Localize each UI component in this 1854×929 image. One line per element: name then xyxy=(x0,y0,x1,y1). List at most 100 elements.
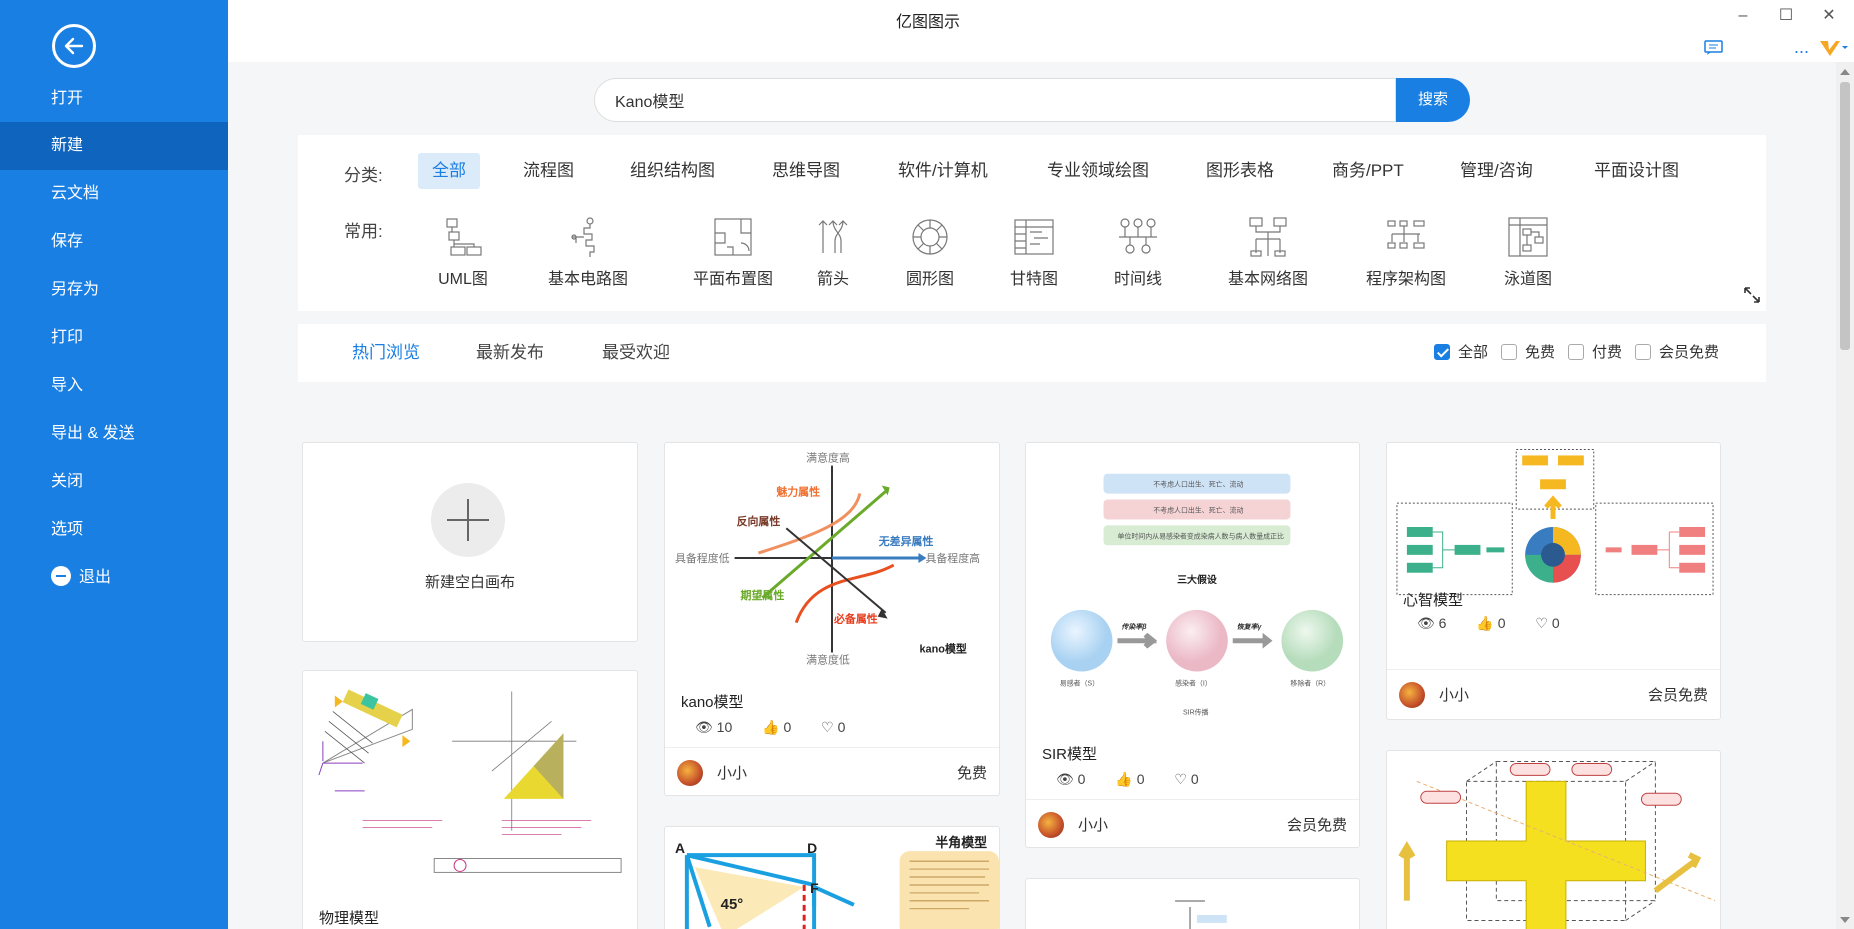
common-uml-label: UML图 xyxy=(438,271,488,288)
template-card-partial[interactable] xyxy=(1025,878,1360,929)
more-icon[interactable]: ... xyxy=(1794,38,1809,56)
author-name[interactable]: 小小 xyxy=(1078,814,1108,835)
expand-icon[interactable] xyxy=(1742,285,1762,311)
scroll-down-icon[interactable] xyxy=(1840,917,1850,923)
arrows-icon xyxy=(818,220,848,253)
sidebar-item-print[interactable]: 打印 xyxy=(0,314,228,362)
common-uml[interactable]: UML图 xyxy=(428,215,498,289)
common-circle[interactable]: 圆形图 xyxy=(898,215,962,289)
common-arrow[interactable]: 箭头 xyxy=(808,215,858,289)
half-angle-thumbnail: A D F 45° 半角模型 xyxy=(675,835,999,929)
author-name[interactable]: 小小 xyxy=(717,762,747,783)
category-management[interactable]: 管理/咨询 xyxy=(1446,153,1547,189)
sidebar-item-new[interactable]: 新建 xyxy=(0,122,228,170)
vip-crown-icon[interactable] xyxy=(1818,38,1848,63)
likes-stat[interactable]: 👍 0 xyxy=(1476,615,1505,631)
kano-bottom-label: 满意度低 xyxy=(806,652,850,666)
half-angle-point-d: D xyxy=(807,840,817,856)
category-graphic-table[interactable]: 图形表格 xyxy=(1192,153,1288,189)
category-all[interactable]: 全部 xyxy=(418,153,480,189)
chat-icon[interactable] xyxy=(1704,40,1724,61)
mental-model-thumbnail xyxy=(1396,448,1714,596)
kano-right-label: 具备程度高 xyxy=(925,551,980,565)
title-bar: 亿图图示 – ☐ ✕ ... xyxy=(228,0,1854,62)
swimlane-icon xyxy=(1508,217,1548,257)
category-label: 分类: xyxy=(344,166,383,185)
close-button[interactable]: ✕ xyxy=(1814,4,1844,28)
kano-top-label: 满意度高 xyxy=(806,451,850,465)
maximize-button[interactable]: ☐ xyxy=(1771,4,1801,28)
template-card-kano[interactable]: 满意度高 满意度低 具备程度低 具备程度高 魅力属性 反向属性 无差异属性 期望… xyxy=(664,442,1000,796)
views-stat: 👁 0 xyxy=(1056,771,1086,787)
common-swimlane[interactable]: 泳道图 xyxy=(1496,215,1560,289)
views-stat: 👁 10 xyxy=(695,719,733,735)
sidebar-item-cloud-docs[interactable]: 云文档 xyxy=(0,170,228,218)
category-software[interactable]: 软件/计算机 xyxy=(884,153,1002,189)
common-program-architecture[interactable]: 程序架构图 xyxy=(1344,215,1468,289)
sidebar-item-import[interactable]: 导入 xyxy=(0,362,228,410)
kano-must-label: 必备属性 xyxy=(833,612,878,626)
minimize-button[interactable]: – xyxy=(1728,4,1758,28)
category-professional[interactable]: 专业领域绘图 xyxy=(1033,153,1163,189)
views-stat: 👁 6 xyxy=(1417,615,1447,631)
common-swimlane-label: 泳道图 xyxy=(1503,271,1552,288)
category-business-ppt[interactable]: 商务/PPT xyxy=(1318,153,1418,189)
sidebar-item-exit[interactable]: 退出 xyxy=(0,554,228,602)
filter-all[interactable]: 全部 xyxy=(1434,344,1488,362)
vertical-scrollbar[interactable] xyxy=(1836,62,1854,929)
search-input[interactable] xyxy=(615,79,1375,121)
checkbox-checked-icon[interactable] xyxy=(1434,344,1450,360)
tab-popular[interactable]: 最受欢迎 xyxy=(602,324,670,382)
card-footer: 小小 会员免费 xyxy=(1026,799,1359,847)
favorites-stat[interactable]: ♡ 0 xyxy=(1174,771,1198,787)
back-arrow-icon[interactable] xyxy=(52,24,96,68)
category-mind-map[interactable]: 思维导图 xyxy=(758,153,854,189)
scroll-thumb[interactable] xyxy=(1840,82,1850,350)
common-circuit[interactable]: 基本电路图 xyxy=(536,215,640,289)
template-card-physics[interactable]: 物理模型 xyxy=(302,670,638,929)
template-card-sir[interactable]: 不考虑人口出生、死亡、流动 不考虑人口出生、死亡、流动 单位时间内从易感染者变成… xyxy=(1025,442,1360,848)
sidebar-item-open[interactable]: 打开 xyxy=(0,75,228,123)
template-card-half-angle[interactable]: A D F 45° 半角模型 xyxy=(664,826,1000,929)
common-floor-plan[interactable]: 平面布置图 xyxy=(671,215,795,289)
common-floor-plan-label: 平面布置图 xyxy=(692,271,773,288)
tab-hot[interactable]: 热门浏览 xyxy=(352,324,420,382)
half-angle-point-a: A xyxy=(675,840,685,856)
filter-paid-label: 付费 xyxy=(1592,344,1623,361)
card-stats: 👁 6 👍 0 ♡ 0 xyxy=(1417,615,1586,632)
card-footer: 小小 会员免费 xyxy=(1387,669,1720,717)
filter-paid[interactable]: 付费 xyxy=(1568,344,1622,362)
sidebar-item-export-send[interactable]: 导出 & 发送 xyxy=(0,410,228,458)
plus-icon[interactable] xyxy=(431,483,505,557)
category-graphic-design[interactable]: 平面设计图 xyxy=(1580,153,1693,189)
likes-stat[interactable]: 👍 0 xyxy=(762,719,791,735)
kano-expected-label: 期望属性 xyxy=(741,588,785,602)
author-name[interactable]: 小小 xyxy=(1439,684,1469,705)
scroll-up-icon[interactable] xyxy=(1840,69,1850,75)
avatar xyxy=(1038,812,1064,838)
common-timeline[interactable]: 时间线 xyxy=(1106,215,1170,289)
minus-circle-icon xyxy=(51,566,71,586)
favorites-stat[interactable]: ♡ 0 xyxy=(821,719,845,735)
template-card-mental-model[interactable]: 心智模型 👁 6 👍 0 ♡ 0 小小 会员免费 xyxy=(1386,442,1721,720)
checkbox-icon[interactable] xyxy=(1568,344,1584,360)
search-button[interactable]: 搜索 xyxy=(1396,78,1470,122)
likes-stat[interactable]: 👍 0 xyxy=(1115,771,1144,787)
common-network[interactable]: 基本网络图 xyxy=(1216,215,1320,289)
sidebar-item-save[interactable]: 保存 xyxy=(0,218,228,266)
sidebar-item-options[interactable]: 选项 xyxy=(0,506,228,554)
sidebar-item-close[interactable]: 关闭 xyxy=(0,458,228,506)
new-blank-canvas-card[interactable]: 新建空白画布 xyxy=(302,442,638,642)
filter-member-free[interactable]: 会员免费 xyxy=(1635,344,1719,362)
favorites-stat[interactable]: ♡ 0 xyxy=(1535,615,1559,631)
filter-free[interactable]: 免费 xyxy=(1501,344,1555,362)
category-flowchart[interactable]: 流程图 xyxy=(509,153,588,189)
sidebar-item-save-as[interactable]: 另存为 xyxy=(0,266,228,314)
sir-s-label: 易感者（S） xyxy=(1060,678,1099,687)
checkbox-icon[interactable] xyxy=(1501,344,1517,360)
common-gantt[interactable]: 甘特图 xyxy=(1002,215,1066,289)
template-card-3d[interactable] xyxy=(1386,750,1721,929)
checkbox-icon[interactable] xyxy=(1635,344,1651,360)
category-org-chart[interactable]: 组织结构图 xyxy=(616,153,729,189)
tab-latest[interactable]: 最新发布 xyxy=(476,324,544,382)
